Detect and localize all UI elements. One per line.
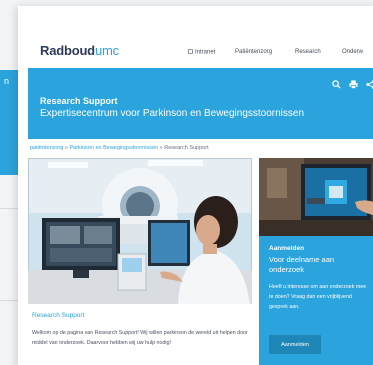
nav-onderwijs[interactable]: Onderw xyxy=(342,49,363,55)
sidebar-image xyxy=(259,158,373,236)
sidebar-text: Heeft u interesse om aan onderzoek mee t… xyxy=(269,284,367,310)
nav-research-label: Research xyxy=(295,49,321,55)
nav-patientenzorg[interactable]: Patiëntenzorg xyxy=(235,49,272,55)
article-body: Welkom op de pagina van Research Support… xyxy=(32,330,248,346)
sidebar-subtitle: Voor deelname aan onderzoek xyxy=(269,255,335,274)
nav-research[interactable]: Research xyxy=(295,49,321,55)
article-title: Research Support xyxy=(32,312,85,319)
hero-image xyxy=(28,158,252,304)
top-navigation: Intranet Patiëntenzorg Research Onderw xyxy=(18,49,373,59)
breadcrumb: patiëntenzorg » Parkinson en Bewegingsst… xyxy=(30,145,209,151)
page-banner: Research Support Expertisecentrum voor P… xyxy=(28,68,373,139)
share-icon[interactable] xyxy=(366,76,373,89)
lock-icon xyxy=(188,49,193,54)
signup-sidebar: Aanmelden Voor deelname aan onderzoek He… xyxy=(259,158,373,365)
signup-button[interactable]: Aanmelden xyxy=(269,335,321,354)
nav-intranet-label: Intranet xyxy=(195,49,216,56)
breadcrumb-separator: » xyxy=(159,145,163,151)
background-panel-letter: n xyxy=(4,76,10,86)
nav-onderwijs-label: Onderw xyxy=(342,49,364,55)
print-icon[interactable] xyxy=(349,76,361,89)
nav-patientenzorg-label: Patiëntenzorg xyxy=(235,49,273,55)
breadcrumb-parkinson[interactable]: Parkinson en Bewegingsstoornissen xyxy=(69,145,158,151)
sidebar-title: Aanmelden xyxy=(269,245,305,252)
breadcrumb-patientenzorg[interactable]: patiëntenzorg xyxy=(30,145,63,151)
breadcrumb-separator: » xyxy=(64,145,68,151)
page-title: Research Support xyxy=(40,96,118,106)
webpage: Radboudumc Intranet Patiëntenzorg Resear… xyxy=(18,6,373,365)
nav-intranet[interactable]: Intranet xyxy=(188,49,215,56)
background-blue-panel: n xyxy=(0,70,20,175)
breadcrumb-current: Research Support xyxy=(164,145,209,151)
page-subtitle: Expertisecentrum voor Parkinson en Beweg… xyxy=(40,108,305,119)
search-icon[interactable] xyxy=(332,76,344,89)
